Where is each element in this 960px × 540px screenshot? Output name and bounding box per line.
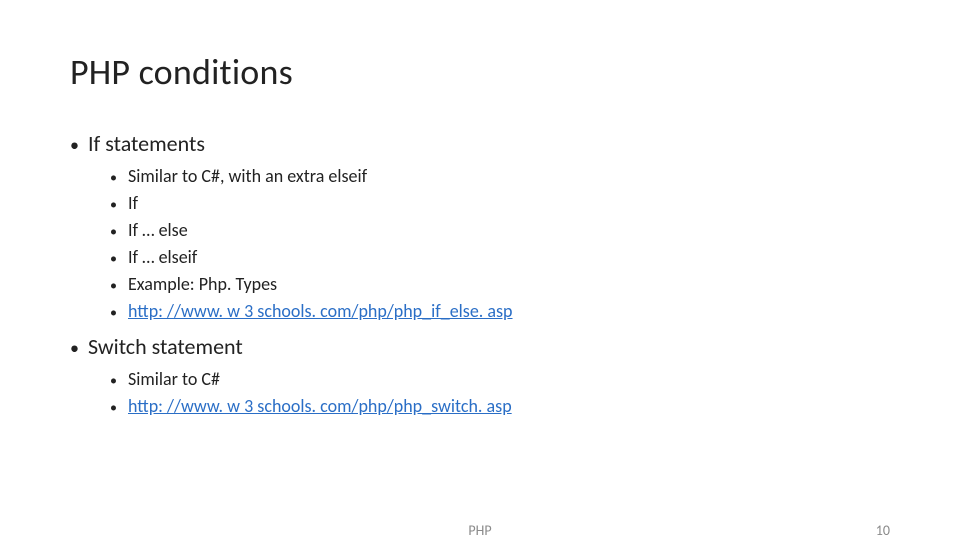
item-text: If … elseif: [128, 244, 197, 271]
item-text: Similar to C#, with an extra elseif: [128, 163, 367, 190]
slide-title: PHP conditions: [70, 50, 890, 94]
list-item: • If … elseif: [110, 244, 890, 271]
section-label: If statements: [88, 130, 205, 157]
list-item: • If statements • Similar to C#, with an…: [70, 130, 890, 325]
item-text: If … else: [128, 217, 188, 244]
bullet-icon: •: [110, 225, 128, 239]
item-text: Similar to C#: [128, 366, 220, 393]
bullet-icon: •: [110, 279, 128, 293]
hyperlink[interactable]: http: //www. w 3 schools. com/php/php_if…: [128, 298, 513, 325]
bullet-icon: •: [110, 252, 128, 266]
hyperlink[interactable]: http: //www. w 3 schools. com/php/php_sw…: [128, 393, 512, 420]
list-item: • Switch statement • Similar to C# • htt…: [70, 333, 890, 420]
item-text: If: [128, 190, 138, 217]
bullet-icon: •: [110, 306, 128, 320]
list-item: • If … else: [110, 217, 890, 244]
bullet-icon: •: [110, 198, 128, 212]
list-item: • Similar to C#: [110, 366, 890, 393]
top-level-list: • If statements • Similar to C#, with an…: [70, 130, 890, 420]
footer-label: PHP: [468, 522, 491, 539]
list-item: • If: [110, 190, 890, 217]
sub-list: • Similar to C# • http: //www. w 3 schoo…: [70, 366, 890, 420]
page-number: 10: [876, 522, 890, 539]
item-text: Example: Php. Types: [128, 271, 277, 298]
bullet-icon: •: [110, 374, 128, 388]
list-item: • Example: Php. Types: [110, 271, 890, 298]
bullet-icon: •: [110, 171, 128, 185]
list-item: • Similar to C#, with an extra elseif: [110, 163, 890, 190]
bullet-icon: •: [110, 401, 128, 415]
list-item: • http: //www. w 3 schools. com/php/php_…: [110, 298, 890, 325]
list-item: • http: //www. w 3 schools. com/php/php_…: [110, 393, 890, 420]
bullet-icon: •: [70, 136, 88, 154]
bullet-icon: •: [70, 339, 88, 357]
sub-list: • Similar to C#, with an extra elseif • …: [70, 163, 890, 325]
section-label: Switch statement: [88, 333, 243, 360]
